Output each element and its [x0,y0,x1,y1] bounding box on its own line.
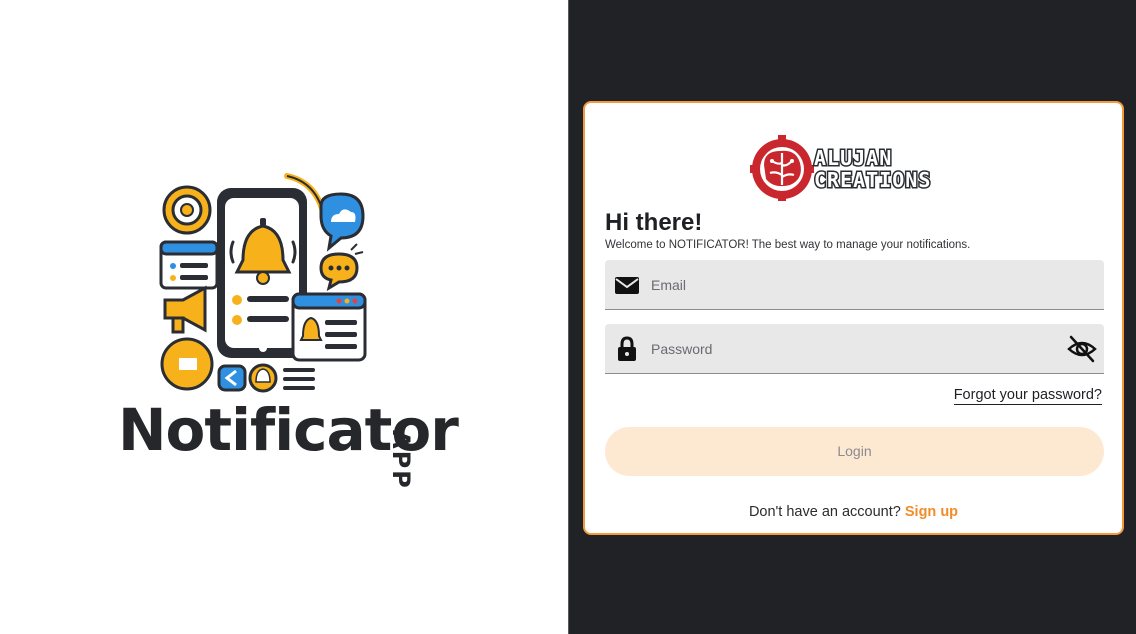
greeting-title: Hi there! [605,209,703,236]
brand-wordmark: Notificator APP [118,396,459,490]
greeting-subtitle: Welcome to NOTIFICATOR! The best way to … [605,239,971,251]
login-card: ALUJAN CREATIONS Hi there! Welcome to NO… [583,101,1124,535]
logo-text-line1: ALUJAN [814,146,892,170]
password-field[interactable] [605,324,1104,374]
email-field[interactable] [605,260,1104,310]
signup-row: Don't have an account? Sign up [585,504,1122,520]
lock-icon [618,336,636,361]
brand-panel: Notificator APP [0,0,568,634]
signup-prompt: Don't have an account? [748,504,905,520]
envelope-icon [615,277,639,294]
notification-illustration [159,173,367,393]
forgot-password-link[interactable]: Forgot your password? [953,387,1102,405]
alujan-creations-logo: ALUJAN CREATIONS [750,135,932,201]
signup-link[interactable]: Sign up [905,504,958,520]
email-input[interactable] [651,260,1051,310]
password-input[interactable] [651,324,1051,374]
logo-text-line2: CREATIONS [814,168,931,192]
brand-tag: APP [387,430,415,490]
login-button[interactable]: Login [605,427,1104,476]
eye-off-icon[interactable] [1066,333,1098,365]
